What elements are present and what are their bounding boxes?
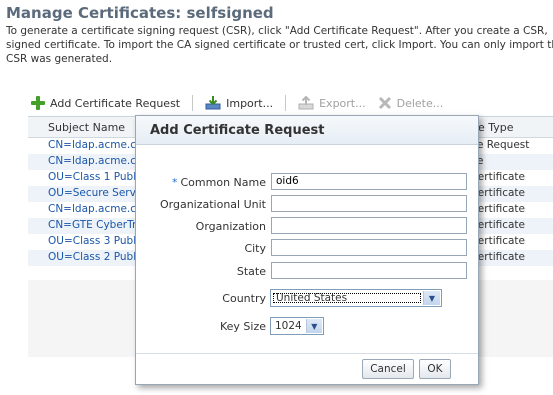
import-button[interactable]: Import... [199, 96, 279, 110]
common-name-label-text: Common Name [180, 176, 267, 189]
country-select[interactable]: United States ▼ [270, 289, 442, 307]
city-row: City [136, 238, 478, 258]
description-line-3: CSR was generated. [6, 53, 113, 65]
state-field[interactable] [271, 262, 467, 279]
common-name-field[interactable] [271, 173, 467, 190]
delete-button[interactable]: Delete... [372, 96, 450, 110]
delete-label: Delete... [396, 96, 444, 110]
description-line-2: signed certificate. To import the CA sig… [6, 39, 553, 51]
subject-name-cell[interactable]: CN=ldap.acme.c [48, 139, 136, 151]
common-name-label: * Common Name [172, 176, 266, 189]
key-size-select[interactable]: 1024 ▼ [270, 317, 324, 335]
ok-button[interactable]: OK [419, 359, 451, 379]
country-selected-value: United States [272, 292, 422, 304]
add-certificate-request-button[interactable]: Add Certificate Request [25, 96, 186, 110]
export-icon [298, 96, 314, 110]
export-button[interactable]: Export... [292, 96, 372, 110]
dialog-title: Add Certificate Request [150, 123, 325, 138]
state-label: State [236, 265, 266, 278]
subject-name-cell[interactable]: CN=ldap.acme.c [48, 203, 136, 215]
page-description: To generate a certificate signing reques… [6, 24, 553, 66]
toolbar-separator [285, 95, 287, 111]
org-unit-label: Organizational Unit [159, 198, 266, 211]
add-certificate-request-dialog: Add Certificate Request *Common Name Org… [135, 115, 479, 385]
column-subject-name[interactable]: Subject Name [48, 121, 125, 134]
organization-field[interactable] [271, 217, 467, 234]
cancel-button[interactable]: Cancel [362, 359, 414, 379]
add-icon [31, 96, 45, 110]
state-row: State [136, 261, 478, 281]
organization-row: Organization [136, 216, 478, 236]
chevron-down-icon[interactable]: ▼ [305, 319, 322, 333]
subject-name-cell[interactable]: CN=ldap.acme.c [48, 155, 136, 167]
dialog-header[interactable]: Add Certificate Request [136, 116, 478, 145]
add-certificate-request-label: Add Certificate Request [50, 96, 181, 110]
dialog-footer: Cancel OK [136, 353, 478, 384]
org-unit-row: Organizational Unit [136, 194, 478, 214]
country-row: Country United States ▼ [136, 288, 478, 308]
export-label: Export... [319, 96, 366, 110]
page-title: Manage Certificates: selfsigned [6, 4, 274, 22]
key-size-selected-value: 1024 [275, 320, 302, 332]
required-marker: * [172, 176, 178, 189]
city-field[interactable] [271, 239, 467, 256]
city-label: City [244, 242, 266, 255]
organization-label: Organization [195, 220, 266, 233]
toolbar-separator [192, 95, 194, 111]
org-unit-field[interactable] [271, 195, 467, 212]
subject-name-cell[interactable]: OU=Secure Serv [48, 187, 136, 199]
chevron-down-icon[interactable]: ▼ [423, 291, 440, 305]
description-line-1: To generate a certificate signing reques… [6, 25, 548, 37]
common-name-row: * Common Name [136, 172, 478, 192]
import-label: Import... [226, 96, 274, 110]
import-icon [205, 96, 221, 110]
subject-name-cell[interactable]: OU=Class 1 Publi [48, 171, 139, 183]
subject-name-cell[interactable]: CN=GTE CyberTr [48, 219, 136, 231]
subject-name-cell[interactable]: OU=Class 3 Publi [48, 235, 139, 247]
country-label: Country [222, 292, 266, 305]
delete-icon [378, 96, 391, 110]
key-size-row: Key Size 1024 ▼ [136, 316, 478, 336]
certificate-toolbar: Add Certificate Request Import... Export… [25, 92, 553, 114]
key-size-label: Key Size [219, 320, 266, 333]
subject-name-cell[interactable]: OU=Class 2 Publi [48, 251, 139, 263]
